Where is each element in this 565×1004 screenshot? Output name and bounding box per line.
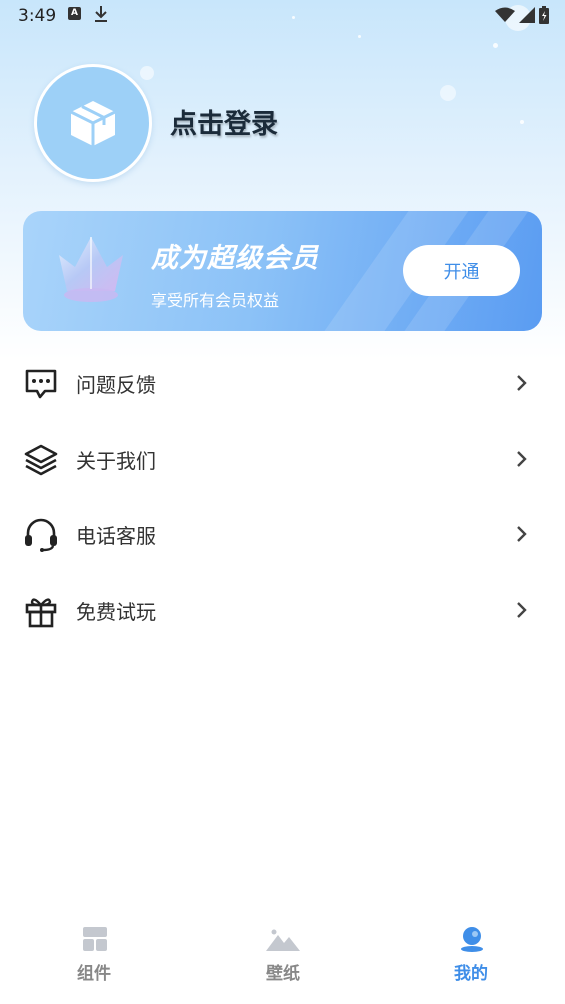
- widget-icon: [83, 927, 107, 951]
- tab-label: 我的: [454, 964, 488, 984]
- wifi-icon: [495, 7, 515, 22]
- menu-item-label: 问题反馈: [76, 373, 156, 398]
- chevron-right-icon: [517, 526, 527, 542]
- menu-item-label: 免费试玩: [76, 599, 156, 624]
- tab-widgets[interactable]: 组件: [34, 916, 154, 1004]
- menu-item-about[interactable]: 关于我们: [0, 422, 565, 498]
- avatar[interactable]: [34, 64, 152, 182]
- battery-icon: [539, 6, 549, 24]
- status-time: 3:49: [18, 6, 57, 26]
- gift-icon: [25, 597, 57, 627]
- message-icon: [25, 369, 57, 399]
- layers-icon: [24, 444, 58, 475]
- menu-item-label: 电话客服: [76, 524, 156, 549]
- headset-icon: [25, 518, 57, 552]
- crown-icon: [51, 229, 131, 313]
- vip-membership-card[interactable]: 成为超级会员 享受所有会员权益 开通: [23, 211, 542, 331]
- bottom-tab-bar: 组件 壁纸 我的: [0, 916, 565, 1004]
- menu-item-feedback[interactable]: 问题反馈: [0, 346, 565, 422]
- signal-icon: [519, 7, 535, 23]
- menu-item-label: 关于我们: [76, 448, 156, 473]
- menu-item-free-trial[interactable]: 免费试玩: [0, 573, 565, 649]
- activate-vip-button[interactable]: 开通: [403, 245, 520, 296]
- box-icon: [70, 101, 116, 146]
- tab-label: 组件: [77, 964, 111, 984]
- notification-a-icon: A: [68, 7, 81, 20]
- status-bar: 3:49 A: [0, 0, 565, 32]
- vip-title: 成为超级会员: [151, 243, 319, 274]
- download-icon: [94, 5, 108, 28]
- mountain-image-icon: [266, 929, 300, 951]
- user-icon: [461, 927, 483, 952]
- menu-item-phone-service[interactable]: 电话客服: [0, 497, 565, 573]
- profile-avatar-area[interactable]: [34, 64, 152, 182]
- login-link[interactable]: 点击登录: [170, 102, 278, 141]
- tab-label: 壁纸: [266, 964, 300, 984]
- status-indicators: [495, 6, 549, 24]
- settings-menu: 问题反馈 关于我们 电话客服 免费试玩: [0, 346, 565, 648]
- chevron-right-icon: [517, 375, 527, 391]
- chevron-right-icon: [517, 601, 527, 618]
- tab-mine[interactable]: 我的: [411, 916, 531, 1004]
- vip-subtitle: 享受所有会员权益: [151, 291, 280, 310]
- tab-wallpaper[interactable]: 壁纸: [223, 916, 343, 1004]
- chevron-right-icon: [517, 450, 527, 467]
